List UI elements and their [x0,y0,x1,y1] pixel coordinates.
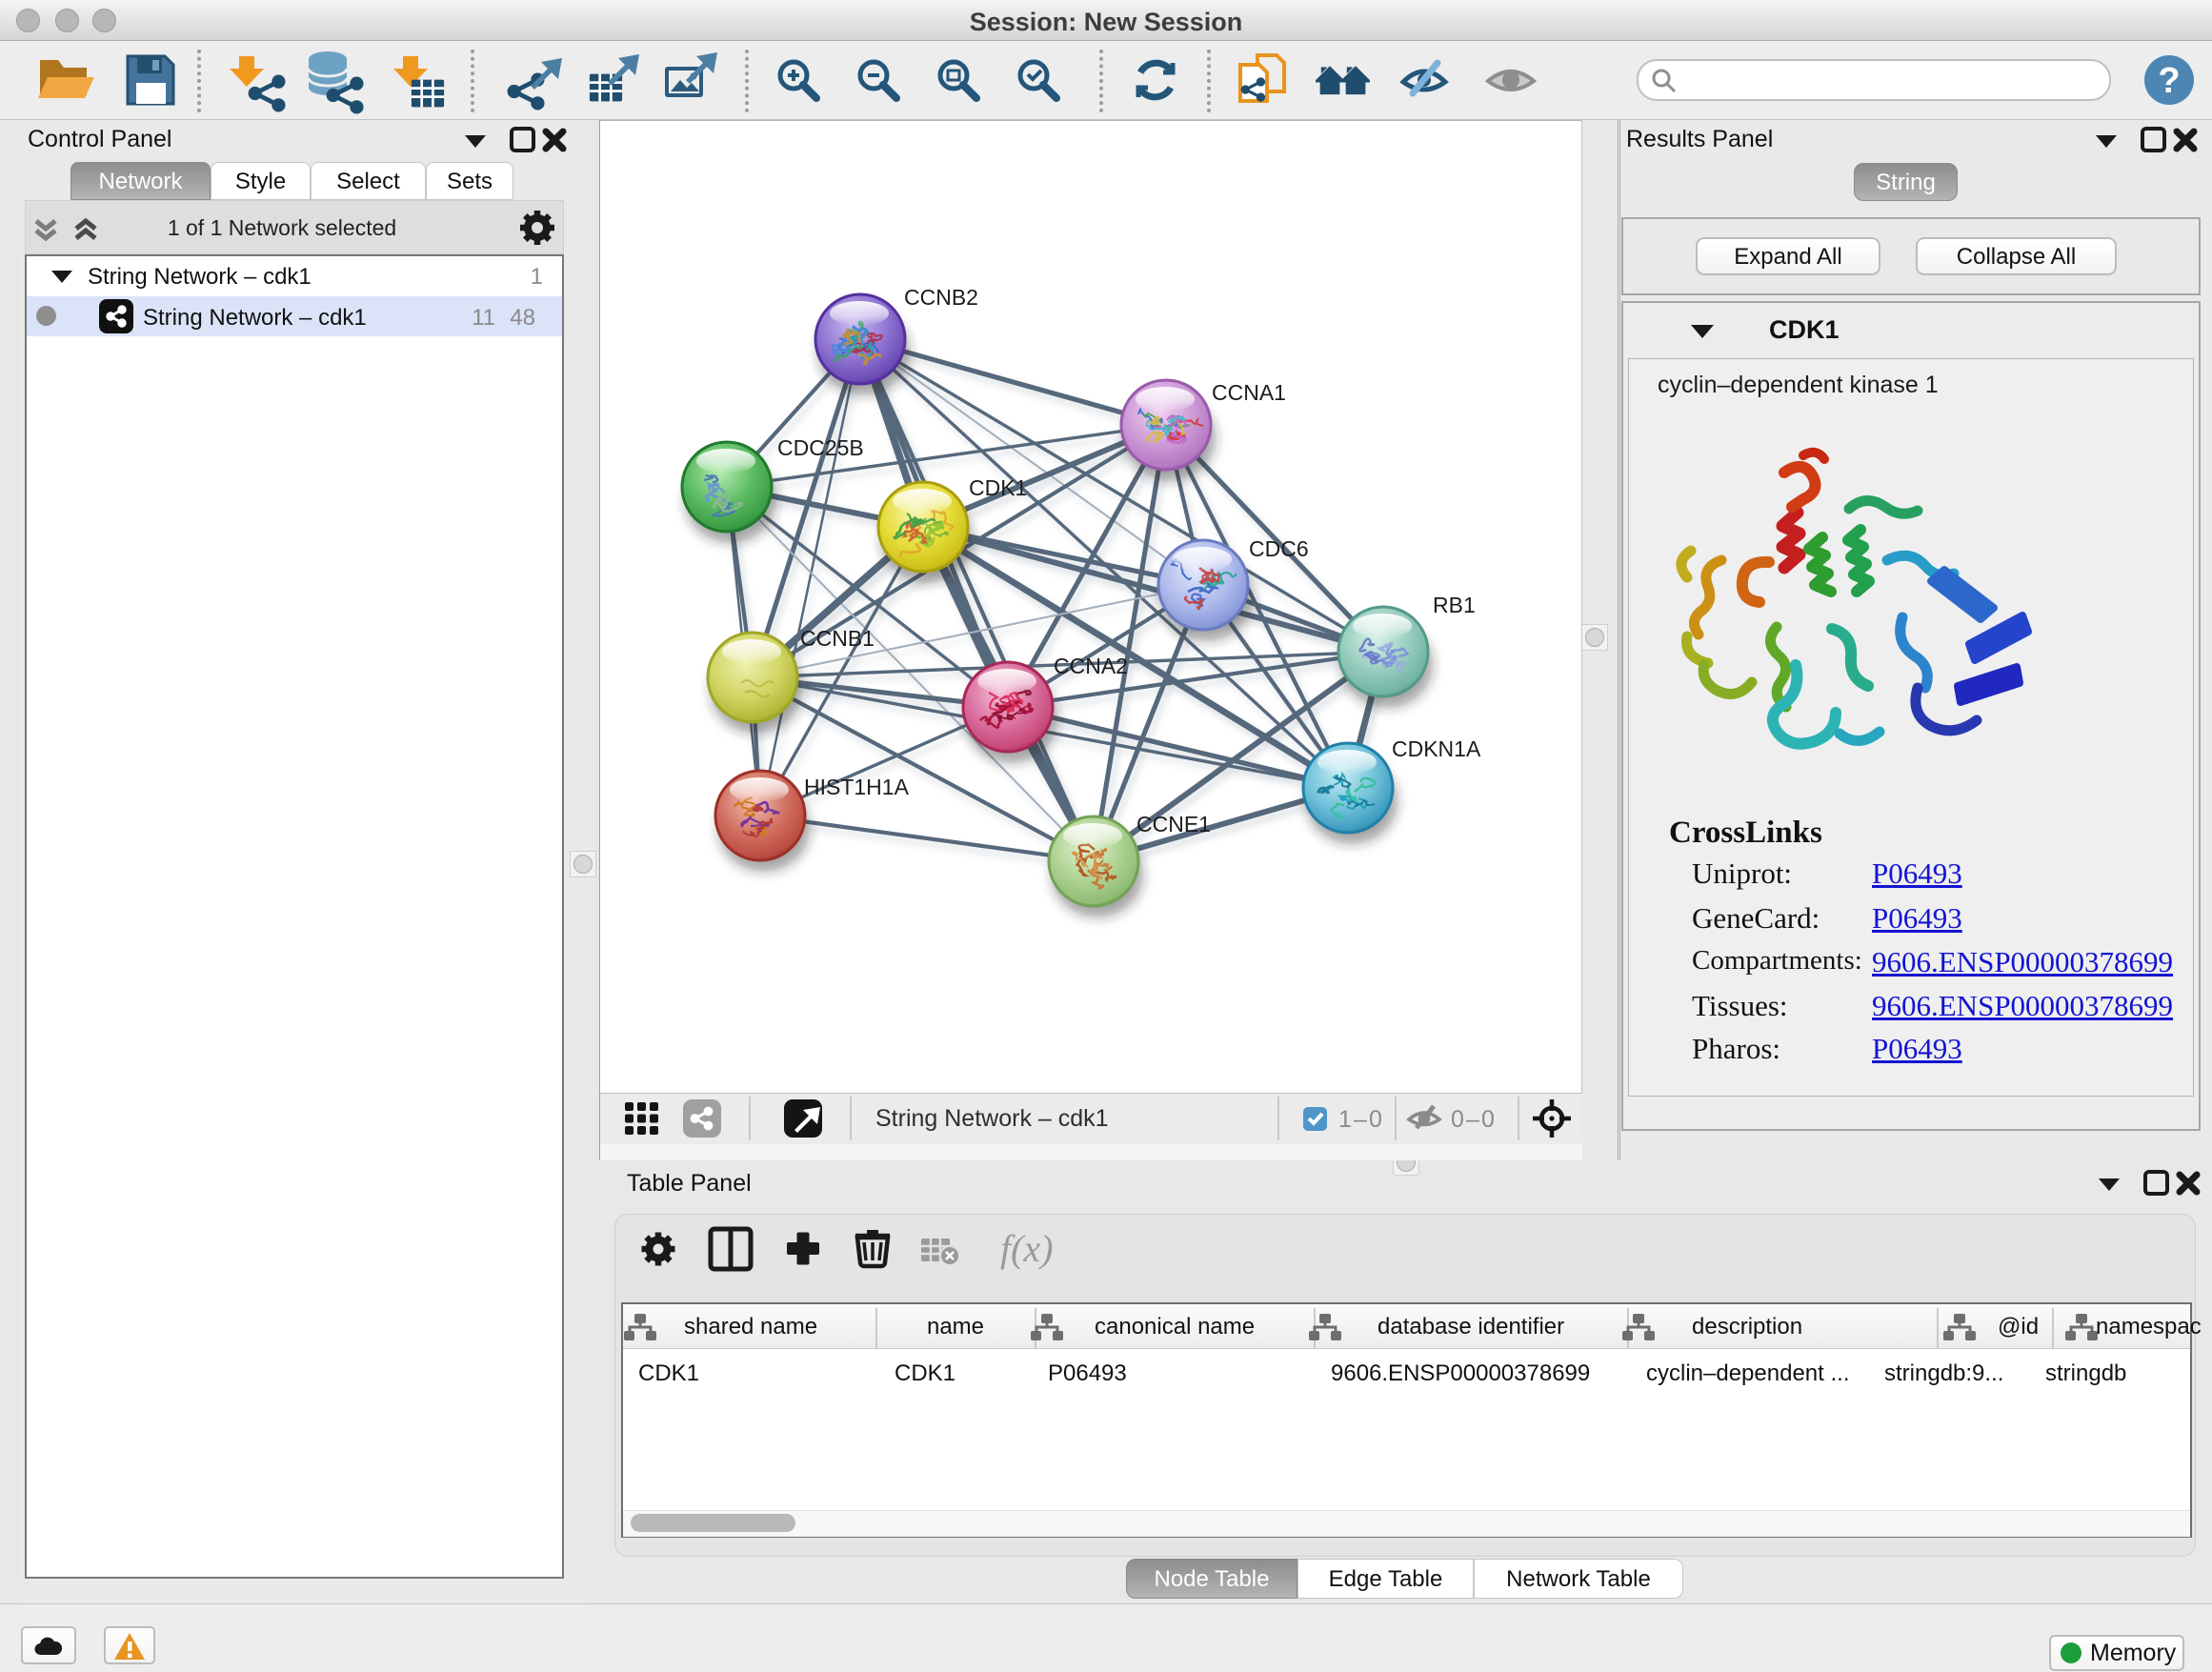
svg-text:HIST1H1A: HIST1H1A [804,775,910,799]
svg-text:CDKN1A: CDKN1A [1392,736,1481,761]
svg-text:CDC25B: CDC25B [777,435,864,460]
svg-text:CCNB2: CCNB2 [904,285,978,310]
svg-text:CCNA2: CCNA2 [1054,654,1128,678]
svg-text:CCNB1: CCNB1 [800,626,875,651]
svg-text:CDC6: CDC6 [1249,536,1309,561]
svg-text:CCNA1: CCNA1 [1212,380,1286,405]
svg-text:f(x): f(x) [1000,1227,1054,1270]
svg-text:RB1: RB1 [1433,593,1476,617]
svg-text:?: ? [2158,61,2180,101]
svg-text:CCNE1: CCNE1 [1136,812,1211,836]
svg-text:CDK1: CDK1 [969,475,1027,500]
